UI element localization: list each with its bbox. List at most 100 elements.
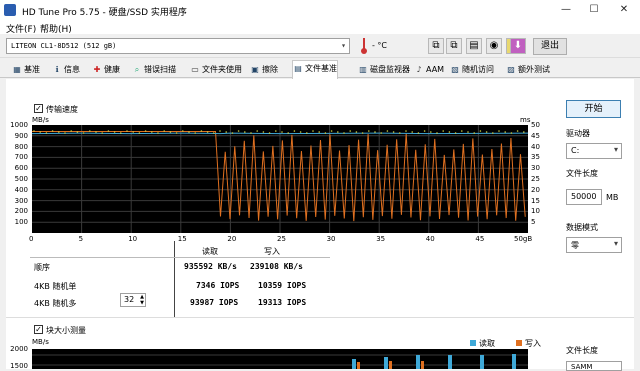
tab-benchmark[interactable]: ▦ 基准 xyxy=(12,62,40,77)
maximize-button[interactable]: ☐ xyxy=(580,2,608,18)
x-tick-label: 15 xyxy=(177,235,187,243)
tab-health[interactable]: ✚ 健康 xyxy=(92,62,120,77)
access-time-point xyxy=(262,131,265,133)
file-length-input[interactable]: 50000 xyxy=(566,189,602,205)
queue-depth-stepper[interactable]: 32 ▲ ▼ xyxy=(120,293,146,307)
results-divider xyxy=(174,241,175,317)
tab-folder[interactable]: ▭ 文件夹使用 xyxy=(190,62,242,77)
data-pattern-label: 数据模式 xyxy=(566,223,598,232)
speaker-icon: ♪ xyxy=(416,65,422,74)
access-time-point xyxy=(510,132,513,134)
block-bar xyxy=(384,357,388,369)
tab-label: 错误扫描 xyxy=(144,65,176,74)
title-bar: HD Tune Pro 5.75 - 硬盘/SSD 实用程序 — ☐ ✕ xyxy=(0,0,640,20)
block-size-label: 块大小测量 xyxy=(46,326,86,335)
y2-tick-label: 20 xyxy=(531,185,540,194)
file-length-label-2: 文件长度 xyxy=(566,346,598,355)
access-time-point xyxy=(33,130,35,132)
x-tick-label: 35 xyxy=(376,235,386,243)
row-4k-single-label: 4KB 随机单 xyxy=(34,282,77,291)
access-time-point xyxy=(89,130,91,132)
file-length-select-2[interactable]: SAMM xyxy=(566,361,622,371)
screenshot-icon[interactable]: ◉ xyxy=(486,38,502,54)
access-time-point xyxy=(163,130,165,132)
y-tick-label: 400 xyxy=(14,185,28,194)
chevron-down-icon: ▾ xyxy=(341,41,346,50)
y2-axis-unit: ms xyxy=(520,116,531,124)
folder-icon: ▭ xyxy=(191,65,199,74)
access-time-point xyxy=(120,132,122,134)
thermometer-icon xyxy=(360,37,368,55)
access-time-point xyxy=(479,130,482,132)
access-time-point xyxy=(312,130,314,132)
access-time-point xyxy=(101,132,103,134)
start-button[interactable]: 开始 xyxy=(566,100,621,118)
close-button[interactable]: ✕ xyxy=(610,2,638,18)
access-time-point xyxy=(516,130,519,132)
tab-file-benchmark[interactable]: ▤ 文件基准 xyxy=(292,60,338,79)
access-time-point xyxy=(423,130,426,132)
y-tick-label: 1000 xyxy=(10,121,28,129)
access-time-point xyxy=(182,130,184,132)
row-seq-write: 239108 KB/s xyxy=(250,262,303,271)
access-time-point xyxy=(244,131,246,133)
transfer-speed-label: 传输速度 xyxy=(46,105,78,114)
copy-icon[interactable]: ⧉ xyxy=(428,38,444,54)
access-time-point xyxy=(107,130,110,132)
row-seq-read: 935592 KB/s xyxy=(184,262,237,271)
file-benchmark-panel: ✓ 传输速度 MB/s ms 读取 写入 顺序 935592 KB/s 2391… xyxy=(6,79,634,371)
transfer-chart xyxy=(32,125,528,233)
benchmark-icon: ▦ xyxy=(13,65,21,74)
monitor-icon: ▥ xyxy=(359,65,367,74)
access-time-point xyxy=(82,132,85,134)
access-time-point xyxy=(169,131,172,133)
tab-monitor[interactable]: ▥ 磁盘监视器 xyxy=(358,62,410,77)
copy-all-icon[interactable]: ⧉ xyxy=(446,38,462,54)
spin-arrows-icon[interactable]: ▲ ▼ xyxy=(140,294,144,306)
drive-select[interactable]: LITEON CL1-8D512 (512 gB) ▾ xyxy=(6,38,350,54)
save-icon[interactable]: ▤ xyxy=(466,38,482,54)
tab-info[interactable]: ℹ 信息 xyxy=(52,62,80,77)
access-time-point xyxy=(368,130,370,132)
drive-letter-select[interactable]: C: ▾ xyxy=(566,143,622,159)
access-time-point xyxy=(58,131,60,133)
tab-erase[interactable]: ▣ 擦除 xyxy=(250,62,278,77)
tab-speaker[interactable]: ♪ AAM xyxy=(414,62,444,77)
tab-extra-tests[interactable]: ▨ 额外测试 xyxy=(506,62,550,77)
access-time-point xyxy=(337,131,339,133)
tab-scan[interactable]: ⌕ 错误扫描 xyxy=(132,62,176,77)
tab-random-access[interactable]: ▧ 随机访问 xyxy=(450,62,494,77)
block-size-checkbox[interactable]: ✓ xyxy=(34,325,43,334)
download-icon[interactable]: ⬇ xyxy=(510,38,526,54)
drive-letter-value: C: xyxy=(571,146,580,155)
block-bar xyxy=(421,361,424,369)
access-time-point xyxy=(200,130,203,132)
queue-depth-value: 32 xyxy=(124,295,135,304)
series-read-line xyxy=(32,132,528,135)
data-pattern-value: 零 xyxy=(571,241,579,250)
y2-tick-label: 40 xyxy=(531,142,540,151)
access-time-point xyxy=(132,131,134,133)
temperature-readout: - °C xyxy=(372,41,388,50)
access-time-point xyxy=(51,130,54,132)
access-time-point xyxy=(293,130,296,132)
access-time-point xyxy=(349,130,352,132)
exit-button[interactable]: 退出 xyxy=(533,38,567,55)
x-tick-label: 10 xyxy=(128,235,138,243)
access-time-point xyxy=(287,132,289,134)
row-4k-single-write: 10359 IOPS xyxy=(258,281,307,290)
y2-tick-label: 15 xyxy=(531,196,540,205)
access-time-point xyxy=(355,131,358,133)
data-pattern-select[interactable]: 零 ▾ xyxy=(566,237,622,253)
minimize-button[interactable]: — xyxy=(552,2,580,18)
tab-label: 文件夹使用 xyxy=(202,65,242,74)
results-col-write: 写入 xyxy=(264,247,280,256)
access-time-point xyxy=(492,132,494,134)
transfer-speed-checkbox[interactable]: ✓ xyxy=(34,104,43,113)
x-tick-label: 20 xyxy=(227,235,237,243)
tab-label: 信息 xyxy=(64,65,80,74)
row-4k-multi-read: 93987 IOPS xyxy=(190,298,239,307)
row-4k-single-read: 7346 IOPS xyxy=(196,281,240,290)
access-time-point xyxy=(392,131,395,133)
y-tick-label: 800 xyxy=(14,142,28,151)
